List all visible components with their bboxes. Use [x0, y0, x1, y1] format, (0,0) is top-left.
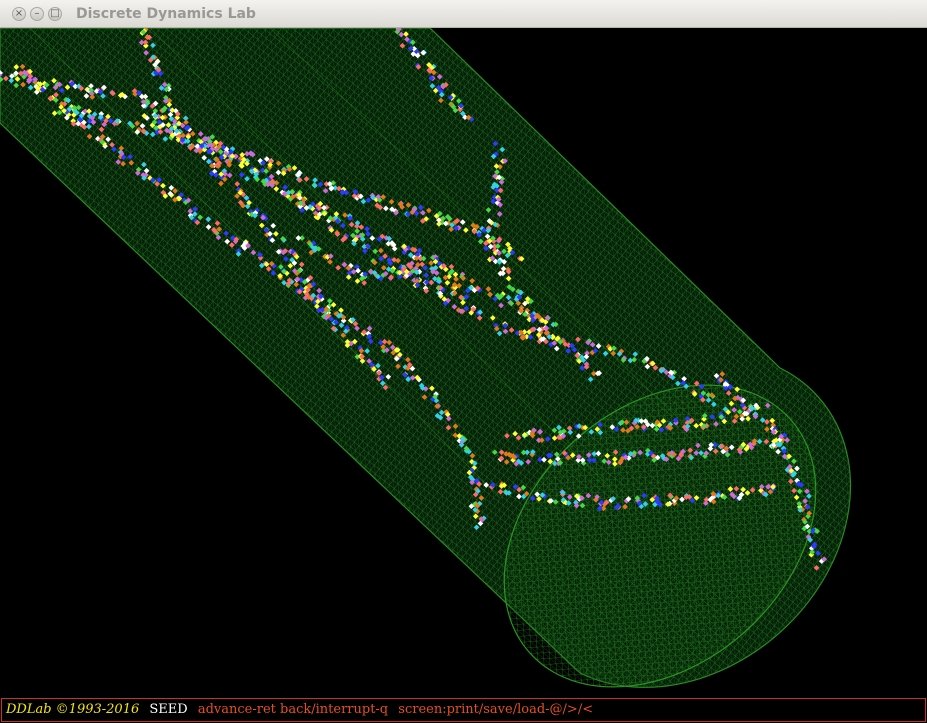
maximize-window-button[interactable]: □ [48, 7, 62, 21]
advance-commands: advance-ret back/interrupt-q [197, 702, 389, 717]
cellular-automaton-canvas[interactable] [0, 27, 927, 698]
window-titlebar: × – □ Discrete Dynamics Lab [0, 0, 927, 28]
ddlab-copyright: DDLab ©1993-2016 [6, 702, 140, 717]
screen-commands: screen:print/save/load-@/>/< [398, 702, 594, 717]
cylinder-lattice-graphic [0, 27, 852, 688]
window-title: Discrete Dynamics Lab [76, 6, 256, 22]
minimize-window-button[interactable]: – [30, 7, 44, 21]
mode-indicator: SEED [149, 702, 188, 717]
close-window-button[interactable]: × [12, 7, 26, 21]
status-bar: DDLab ©1993-2016 SEED advance-ret back/i… [1, 698, 926, 722]
cylinder-tube [0, 27, 852, 688]
